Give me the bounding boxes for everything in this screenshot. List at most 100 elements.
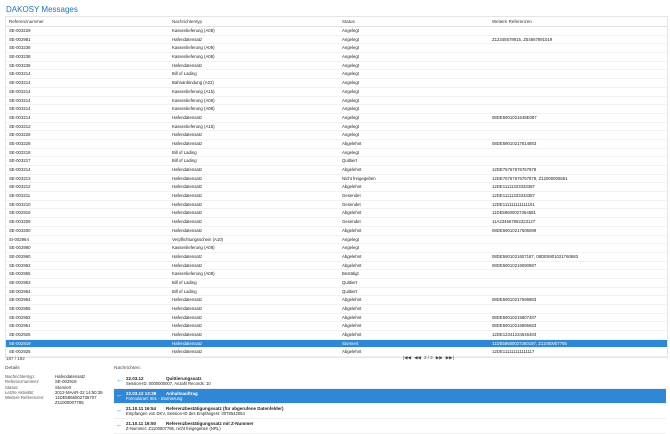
cell-reference: SE-003209 [9, 219, 31, 225]
table-row[interactable]: SE-002954 Hafendatensatz Abgelehnt 08DE5901… [6, 296, 667, 305]
table-row[interactable]: SE-003226 Hafendatensatz Angelegt [6, 131, 667, 140]
cell-other-references: 08DE5901021750608​9 [492, 227, 537, 233]
table-row-selected[interactable]: SE-002919 Hafendatensatz Storniert 11DE5860… [6, 339, 667, 349]
table-row[interactable]: SE-003218 Bill of Lading Angelegt [6, 149, 667, 158]
record-count: 187 / 192 [6, 356, 25, 361]
cell-status: Quittiert [342, 279, 358, 285]
message-item[interactable]: ← 21.10.11 16:54 Referenzbestätigungssatz … [114, 404, 666, 419]
cell-status: Abgelehnt [342, 314, 362, 320]
table-row[interactable]: SE-003214 Kassenlieferung (A15) Angelegt [6, 88, 667, 97]
cell-message-type: Hafendatensatz [172, 340, 203, 346]
previous-page-button[interactable]: ◀◀ [414, 355, 421, 361]
table-row[interactable]: SE-002952 Hafendatensatz Abgelehnt 08DE5901… [6, 314, 667, 323]
table-row[interactable]: SE-003212 Kassenlieferung (A15) Angelegt [6, 123, 667, 132]
table-row[interactable]: SE-003214 Bahnanbindung (A22) Angelegt [6, 79, 667, 88]
table-row[interactable]: SE-003209 Hafendatensatz Gesendet 11A234567… [6, 218, 667, 227]
cell-reference: SE-003211 [9, 193, 31, 199]
cell-reference: SE-002954 [9, 288, 31, 294]
table-row[interactable]: SE-003228 Hafendatensatz Abgelehnt 08DE5901… [6, 140, 667, 149]
cell-other-references: 08DE5901021580748​7 [492, 314, 537, 320]
cell-other-references [492, 79, 667, 87]
table-row[interactable]: SE-002952 Hafendatensatz Abgelehnt 08DE5901… [6, 262, 667, 271]
table-row[interactable]: SE-002954 Bill of Lading Quittiert [6, 288, 667, 297]
cell-other-references [492, 149, 667, 157]
table-row[interactable]: SE-002951 Hafendatensatz Abgelehnt 08DE5901… [6, 322, 667, 332]
cell-reference: SE-003214 [9, 88, 31, 94]
table-row[interactable]: SE-002925 Hafendatensatz Abgelehnt 12DE1234… [6, 331, 667, 340]
column-header-other-references[interactable]: Weitere Referenzen [492, 17, 667, 26]
incoming-arrow-icon: ← [116, 422, 123, 429]
cell-reference: SE-003236 [9, 45, 31, 51]
cell-status: Abgelehnt [342, 227, 362, 233]
cell-message-type: Hafendatensatz [172, 175, 203, 181]
table-row[interactable]: SE-003236 Hafendatensatz Angelegt [6, 62, 667, 71]
table-row[interactable]: SE-003236 Kassenlieferung (A09) Angelegt [6, 44, 667, 54]
cell-message-type: Kassenlieferung (A08) [172, 54, 215, 60]
cell-other-references: 12DE1234123454548​3 [492, 332, 537, 338]
cell-reference: SE-003217 [9, 158, 31, 164]
cell-message-type: Hafendatensatz [172, 262, 203, 268]
cell-other-references: 12DE76767676767878, Z12000006691 [492, 175, 568, 181]
cell-other-references: 11A23456789232312​7 [492, 219, 536, 225]
table-row[interactable]: SE-003210 Hafendatensatz Gesendet 12DE11111… [6, 201, 667, 210]
table-row[interactable]: SE-003214 Kassenlieferung (A09) Angelegt [6, 97, 667, 106]
column-header-reference[interactable]: Referenznummer [6, 17, 172, 26]
next-page-button[interactable]: ▶▶ [436, 355, 443, 361]
cell-reference: SE-003214 [9, 71, 31, 77]
cell-message-type: Hafendatensatz [172, 227, 203, 233]
cell-message-type: Hafendatensatz [172, 349, 203, 355]
cell-other-references [492, 270, 667, 278]
cell-message-type: Hafendatensatz [172, 306, 203, 311]
table-row[interactable]: SE-003211 Hafendatensatz Gesendet 12DE11111… [6, 192, 667, 201]
table-row[interactable]: SE-002955 Hafendatensatz Abgelehnt [6, 305, 667, 314]
table-row[interactable]: SE-003213 Hafendatensatz Nicht freigegeben… [6, 175, 667, 184]
table-row[interactable]: SE-002915 Hafendatensatz Abgelehnt 11DE5860… [6, 209, 667, 219]
cell-message-type: Hafendatensatz [172, 140, 203, 146]
cell-message-type: Hafendatensatz [172, 184, 203, 190]
table-row[interactable]: SE-003212 Hafendatensatz Abgelehnt 12DE1111… [6, 183, 667, 193]
cell-other-references: 12DE1111111111111​61 [492, 201, 535, 207]
cell-message-type: Kassenlieferung (A15) [172, 123, 215, 129]
first-page-button[interactable]: |◀◀ [403, 355, 411, 361]
cell-other-references: 12DE111111111111117 [492, 349, 535, 355]
cell-message-type: Bill of Lading [172, 71, 197, 77]
table-row[interactable]: SI-002964 Verpflichtungsschein (A10) Angel… [6, 236, 667, 245]
table-row[interactable]: SE-002953 Bill of Lading Quittiert [6, 279, 667, 288]
table-row[interactable]: SE-002925HafendatensatzAbgelehnt12DE1111… [6, 357, 667, 358]
cell-reference: SE-003200 [9, 227, 31, 233]
cell-message-type: Hafendatensatz [172, 323, 203, 329]
last-page-button[interactable]: ▶▶| [446, 355, 454, 361]
cell-status: Nicht freigegeben [342, 175, 376, 181]
table-row[interactable]: SE-003217 Bill of Lading Quittiert [6, 157, 667, 166]
cell-reference: SE-002954 [9, 297, 31, 303]
cell-message-type: Hafendatensatz [172, 167, 203, 172]
cell-message-type: Bill of Lading [172, 149, 197, 155]
table-row[interactable]: SE-002925HafendatensatzAbgelehnt12DE1111… [6, 348, 667, 357]
column-header-status[interactable]: Status [342, 17, 492, 26]
cell-reference: SE-003218 [9, 149, 31, 155]
table-row[interactable]: SE-002960 Hafendatensatz Abgelehnt 08DE5901… [6, 253, 667, 262]
message-item-selected[interactable]: ← 22.03.12 13:38 Anhaltsauftrag Formularart… [114, 389, 666, 404]
table-row[interactable]: SE-002980 Kassenlieferung (A08) Angelegt [6, 244, 667, 253]
table-row[interactable]: SE-003214 Bill of Lading Angelegt [6, 70, 667, 80]
cell-reference: SE-003228 [9, 140, 31, 146]
messages-heading: Nachrichten: [114, 366, 141, 371]
table-row[interactable]: SE-003214 Hafendatensatz Abgelehnt 12DE7676… [6, 166, 667, 175]
cell-other-references: 08DE5901021759698​3 [492, 297, 537, 303]
message-subtitle: Empfangen von DKV, Session-ID des Empfän… [126, 411, 245, 416]
column-header-message-type[interactable]: Nachrichtentyp [172, 17, 342, 26]
cell-message-type: Verpflichtungsschein (A10) [172, 236, 224, 242]
cell-message-type: Hafendatensatz [172, 36, 203, 42]
table-row[interactable]: SE-003229 Kassenlieferung (A08) Angelegt [6, 27, 667, 36]
table-row[interactable]: SE-003214 Hafendatensatz Angelegt 08DE59010… [6, 114, 667, 123]
cell-other-references: 12DE111113333333​87 [492, 184, 535, 190]
table-row[interactable]: SE-002955 Kassenlieferung (A08) Bestätigt [6, 270, 667, 279]
cell-message-type: Kassenlieferung (A08) [172, 28, 215, 33]
message-item[interactable]: ← 22.03.12 Quittierungssatz Session-ID: 000… [114, 374, 666, 389]
table-row[interactable]: SE-003214 Kassenlieferung (A08) Angelegt [6, 105, 667, 114]
table-row[interactable]: SE-002981 Hafendatensatz Angelegt Z12345678… [6, 36, 667, 45]
table-row[interactable]: SE-003200 Hafendatensatz Abgelehnt 08DE5901… [6, 227, 667, 236]
cell-message-type: Kassenlieferung (A08) [172, 106, 215, 112]
table-row[interactable]: SE-003238 Kassenlieferung (A08) Angelegt [6, 53, 667, 62]
cell-other-references [492, 288, 667, 296]
